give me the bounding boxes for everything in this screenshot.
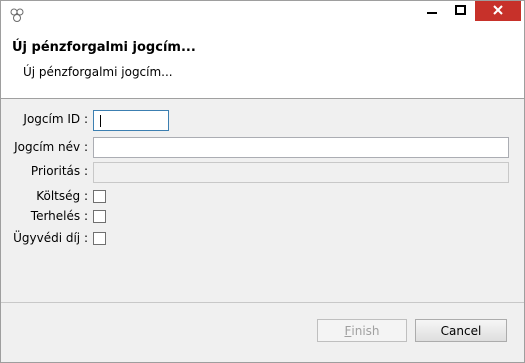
jogcim-nev-label: Jogcím név : [14, 140, 88, 154]
close-button[interactable] [475, 1, 521, 21]
maximize-icon [454, 4, 466, 18]
page-title: Új pénzforgalmi jogcím... [12, 40, 196, 55]
finish-label: inish [351, 323, 380, 338]
cancel-button[interactable]: Cancel [415, 319, 507, 342]
cancel-label: Cancel [440, 323, 482, 338]
prioritas-label: Prioritás : [30, 164, 88, 178]
koltseg-label: Költség : [36, 189, 88, 203]
title-bar[interactable] [1, 1, 524, 29]
close-icon [493, 4, 503, 18]
jogcim-id-label: Jogcím ID : [23, 112, 88, 126]
text-caret [100, 115, 101, 127]
jogcim-id-input[interactable] [93, 110, 169, 131]
finish-button[interactable]: Finish [317, 319, 407, 342]
maximize-button[interactable] [447, 1, 473, 21]
terheles-checkbox[interactable] [93, 210, 106, 223]
ugyvedi-dij-label: Ügyvédi díj : [13, 231, 88, 245]
footer-separator [1, 302, 524, 303]
page-description: Új pénzforgalmi jogcím... [23, 65, 173, 79]
app-icon [9, 7, 25, 23]
koltseg-checkbox[interactable] [93, 190, 106, 203]
minimize-icon [427, 4, 437, 18]
ugyvedi-dij-checkbox[interactable] [93, 232, 106, 245]
wizard-header: Új pénzforgalmi jogcím... Új pénzforgalm… [1, 29, 524, 99]
minimize-button[interactable] [419, 1, 445, 21]
jogcim-nev-input[interactable] [93, 137, 509, 158]
finish-mnemonic: F [344, 323, 352, 338]
dialog-window: Új pénzforgalmi jogcím... Új pénzforgalm… [0, 0, 525, 363]
terheles-label: Terhelés : [30, 209, 88, 223]
prioritas-input [93, 162, 509, 183]
